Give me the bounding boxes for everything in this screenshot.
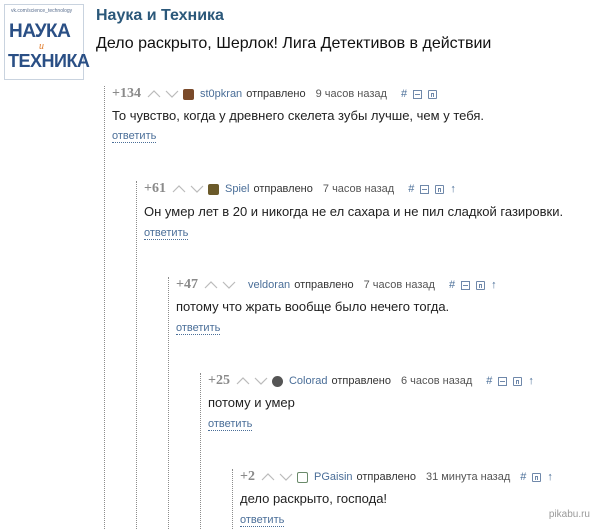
comment-author-link[interactable]: PGaisin xyxy=(314,471,353,483)
thread-rail xyxy=(168,277,169,529)
collapse-icon[interactable] xyxy=(413,89,423,99)
save-icon[interactable] xyxy=(513,376,523,386)
comment-author-link[interactable]: Colorad xyxy=(289,375,328,387)
thread-rail xyxy=(232,469,233,529)
comment-time: 7 часов назад xyxy=(363,279,435,291)
permalink-icon[interactable]: # xyxy=(449,279,455,291)
thread-rail xyxy=(200,373,201,529)
comment-score: +2 xyxy=(240,469,255,484)
comment-score: +134 xyxy=(112,86,141,101)
comment-score: +61 xyxy=(144,181,166,196)
downvote-icon[interactable] xyxy=(165,89,179,99)
upvote-icon[interactable] xyxy=(147,89,161,99)
downvote-icon[interactable] xyxy=(222,280,236,290)
comment-text: потому и умер xyxy=(208,395,295,410)
downvote-icon[interactable] xyxy=(254,376,268,386)
comment-time: 31 минута назад xyxy=(425,471,511,483)
comment-text: То чувство, когда у древнего скелета зуб… xyxy=(112,108,485,123)
comment-meta: +2 PGaisin отправлено 31 минута назад # … xyxy=(240,469,553,485)
comment-meta: +25 Colorad отправлено 6 часов назад # ↑ xyxy=(208,373,534,389)
user-avatar xyxy=(296,471,308,483)
comment-meta: +134 st0pkran отправлено 9 часов назад # xyxy=(112,86,438,102)
sent-label: отправлено xyxy=(246,88,306,100)
comment-meta: +47 veldoran отправлено 7 часов назад # … xyxy=(176,277,497,293)
reply-link[interactable]: ответить xyxy=(208,418,253,431)
comment-author-link[interactable]: veldoran xyxy=(248,279,290,291)
thread-rail xyxy=(136,181,137,529)
collapse-icon[interactable] xyxy=(498,376,508,386)
comment-actions: # ↑ xyxy=(486,375,534,387)
comment-text: дело раскрыто, господа! xyxy=(240,491,388,506)
sent-label: отправлено xyxy=(331,375,391,387)
reply-link[interactable]: ответить xyxy=(144,227,189,240)
permalink-icon[interactable]: # xyxy=(486,375,492,387)
collapse-icon[interactable] xyxy=(420,184,430,194)
comment-actions: # xyxy=(401,88,438,100)
comment-time: 6 часов назад xyxy=(400,375,473,387)
save-icon[interactable] xyxy=(428,89,438,99)
parent-arrow-icon[interactable]: ↑ xyxy=(528,375,534,387)
downvote-icon[interactable] xyxy=(279,472,293,482)
reply-link[interactable]: ответить xyxy=(176,322,221,335)
comment-time: 7 часов назад xyxy=(322,183,395,195)
permalink-icon[interactable]: # xyxy=(408,183,414,195)
permalink-icon[interactable]: # xyxy=(520,471,526,483)
upvote-icon[interactable] xyxy=(172,184,186,194)
parent-arrow-icon[interactable]: ↑ xyxy=(547,471,553,483)
user-avatar xyxy=(271,375,283,387)
save-icon[interactable] xyxy=(476,280,486,290)
upvote-icon[interactable] xyxy=(261,472,275,482)
comment-score: +25 xyxy=(208,373,230,388)
collapse-icon[interactable] xyxy=(461,280,471,290)
comment-actions: # ↑ xyxy=(449,279,497,291)
reply-link[interactable]: ответить xyxy=(240,514,285,527)
comment-thread: +134 st0pkran отправлено 9 часов назад #… xyxy=(0,0,596,529)
sent-label: отправлено xyxy=(356,471,416,483)
comment-score: +47 xyxy=(176,277,198,292)
save-icon[interactable] xyxy=(435,184,445,194)
comment-author-link[interactable]: st0pkran xyxy=(200,88,242,100)
comment-author-link[interactable]: Spiel xyxy=(225,183,249,195)
comment-actions: # ↑ xyxy=(408,183,456,195)
reply-link[interactable]: ответить xyxy=(112,130,157,143)
sent-label: отправлено xyxy=(294,279,354,291)
parent-arrow-icon[interactable]: ↑ xyxy=(450,183,456,195)
comment-text: потому что жрать вообще было нечего тогд… xyxy=(176,299,450,314)
comment-time: 9 часов назад xyxy=(315,88,387,100)
downvote-icon[interactable] xyxy=(190,184,204,194)
comment-meta: +61 Spiel отправлено 7 часов назад # ↑ xyxy=(144,181,456,197)
upvote-icon[interactable] xyxy=(236,376,250,386)
sent-label: отправлено xyxy=(253,183,313,195)
save-icon[interactable] xyxy=(532,472,542,482)
user-avatar xyxy=(207,183,219,195)
upvote-icon[interactable] xyxy=(204,280,218,290)
permalink-icon[interactable]: # xyxy=(401,88,407,100)
watermark: pikabu.ru xyxy=(548,509,590,520)
parent-arrow-icon[interactable]: ↑ xyxy=(491,279,497,291)
comment-actions: # ↑ xyxy=(520,471,553,483)
comment-text: Он умер лет в 20 и никогда не ел сахара … xyxy=(144,204,564,219)
user-avatar xyxy=(182,88,194,100)
thread-rail xyxy=(104,86,105,529)
